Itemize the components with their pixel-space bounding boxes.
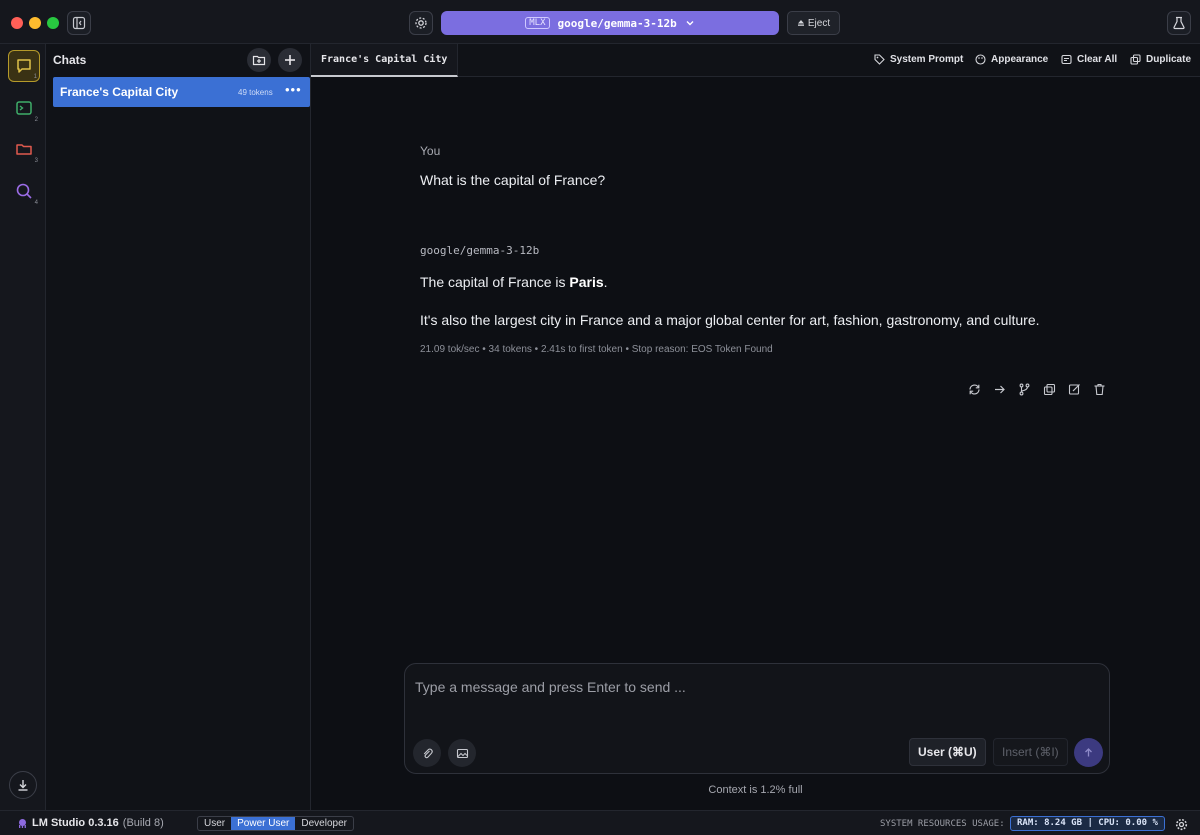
edit-button[interactable] xyxy=(1066,381,1082,397)
rail-discover-button[interactable]: 4 xyxy=(8,175,40,207)
message-actions xyxy=(966,381,1107,397)
attach-file-button[interactable] xyxy=(413,739,441,767)
edit-icon xyxy=(1068,383,1080,395)
system-resources-value[interactable]: RAM: 8.24 GB | CPU: 0.00 % xyxy=(1010,816,1165,831)
gear-icon xyxy=(415,17,427,29)
ui-mode-switcher: User Power User Developer xyxy=(197,816,354,831)
loaded-model-name: google/gemma-3-12b xyxy=(557,16,677,30)
system-prompt-button[interactable]: System Prompt xyxy=(874,54,963,65)
lm-studio-logo-icon xyxy=(19,818,26,828)
chats-title: Chats xyxy=(53,53,87,67)
minimize-window-button[interactable] xyxy=(29,17,41,29)
regenerate-button[interactable] xyxy=(966,381,982,397)
eject-button[interactable]: Eject xyxy=(787,11,840,35)
system-resources-label: SYSTEM RESOURCES USAGE: xyxy=(880,819,1005,829)
chevron-down-icon xyxy=(686,21,694,26)
toggle-sidebar-button[interactable] xyxy=(67,11,91,35)
insert-button[interactable]: Insert (⌘I) xyxy=(993,738,1068,766)
model-settings-button[interactable] xyxy=(409,11,433,35)
close-window-button[interactable] xyxy=(11,17,23,29)
appearance-button[interactable]: Appearance xyxy=(975,54,1048,65)
eject-label: Eject xyxy=(807,17,831,29)
mode-developer[interactable]: Developer xyxy=(295,817,353,830)
eject-icon xyxy=(797,20,804,26)
chats-sidebar: Chats France's Capital City 49 tokens ••… xyxy=(46,44,311,810)
new-chat-button[interactable] xyxy=(278,48,302,72)
delete-button[interactable] xyxy=(1091,381,1107,397)
duplicate-icon xyxy=(1130,54,1141,65)
plus-icon xyxy=(285,55,295,65)
chat-bubble-icon xyxy=(17,59,31,73)
new-folder-icon xyxy=(252,55,266,66)
download-icon xyxy=(18,780,28,791)
lab-button[interactable] xyxy=(1167,11,1191,35)
mlx-badge: MLX xyxy=(525,17,550,29)
chat-item-title: France's Capital City xyxy=(60,85,179,99)
chat-list-item[interactable]: France's Capital City 49 tokens ••• xyxy=(53,77,310,107)
more-options-icon[interactable]: ••• xyxy=(285,82,302,97)
role-user-button[interactable]: User (⌘U) xyxy=(909,738,986,766)
sidebar-toggle-icon xyxy=(72,16,86,30)
arrow-up-icon xyxy=(1085,748,1092,757)
arrow-right-icon xyxy=(994,385,1005,393)
folder-icon xyxy=(16,144,32,155)
branch-icon xyxy=(1019,383,1029,395)
flask-icon xyxy=(1173,16,1185,30)
context-usage: Context is 1.2% full xyxy=(708,784,803,796)
continue-button[interactable] xyxy=(991,381,1007,397)
title-bar: MLX google/gemma-3-12b Eject xyxy=(0,0,1200,44)
rail-developer-button[interactable]: 2 xyxy=(8,92,40,124)
assistant-model-label: google/gemma-3-12b xyxy=(420,244,540,257)
rail-my-models-button[interactable]: 3 xyxy=(8,133,40,165)
downloads-button[interactable] xyxy=(9,771,37,799)
new-folder-button[interactable] xyxy=(247,48,271,72)
app-version: LM Studio 0.3.16 (Build 8) xyxy=(17,817,164,829)
refresh-icon xyxy=(968,383,980,395)
assistant-message-line-2: It's also the largest city in France and… xyxy=(420,312,1040,328)
mode-user[interactable]: User xyxy=(198,817,231,830)
palette-icon xyxy=(975,54,986,65)
user-message: What is the capital of France? xyxy=(420,172,606,188)
zoom-window-button[interactable] xyxy=(47,17,59,29)
message-composer: User (⌘U) Insert (⌘I) xyxy=(404,663,1110,774)
generation-stats: 21.09 tok/sec • 34 tokens • 2.41s to fir… xyxy=(420,344,773,355)
copy-button[interactable] xyxy=(1041,381,1057,397)
send-button[interactable] xyxy=(1074,738,1103,767)
search-icon xyxy=(16,183,32,199)
message-input[interactable] xyxy=(415,676,1095,698)
app-settings-button[interactable] xyxy=(1173,816,1189,832)
paperclip-icon xyxy=(423,748,433,758)
trash-icon xyxy=(1094,383,1104,395)
status-bar: LM Studio 0.3.16 (Build 8) User Power Us… xyxy=(0,810,1200,835)
user-role-label: You xyxy=(420,144,441,158)
chat-item-token-count: 49 tokens xyxy=(238,88,273,97)
copy-icon xyxy=(1043,383,1055,395)
image-icon xyxy=(456,748,468,758)
tab-bar: France's Capital City System Prompt Appe… xyxy=(311,44,1200,77)
tab-current-chat[interactable]: France's Capital City xyxy=(311,44,459,77)
attach-image-button[interactable] xyxy=(448,739,476,767)
branch-button[interactable] xyxy=(1016,381,1032,397)
duplicate-button[interactable]: Duplicate xyxy=(1130,54,1191,65)
gear-icon xyxy=(1175,818,1187,830)
rail-chat-button[interactable]: 1 xyxy=(8,50,40,82)
terminal-icon xyxy=(16,101,32,115)
tag-icon xyxy=(874,54,885,65)
chat-main: France's Capital City System Prompt Appe… xyxy=(311,44,1200,810)
model-selector[interactable]: MLX google/gemma-3-12b xyxy=(441,11,779,35)
mode-rail: 1 2 3 4 xyxy=(0,44,46,810)
mode-power-user[interactable]: Power User xyxy=(231,817,296,830)
assistant-message-line-1: The capital of France is Paris. xyxy=(420,274,608,290)
clear-icon xyxy=(1061,54,1072,65)
clear-all-button[interactable]: Clear All xyxy=(1061,54,1117,65)
